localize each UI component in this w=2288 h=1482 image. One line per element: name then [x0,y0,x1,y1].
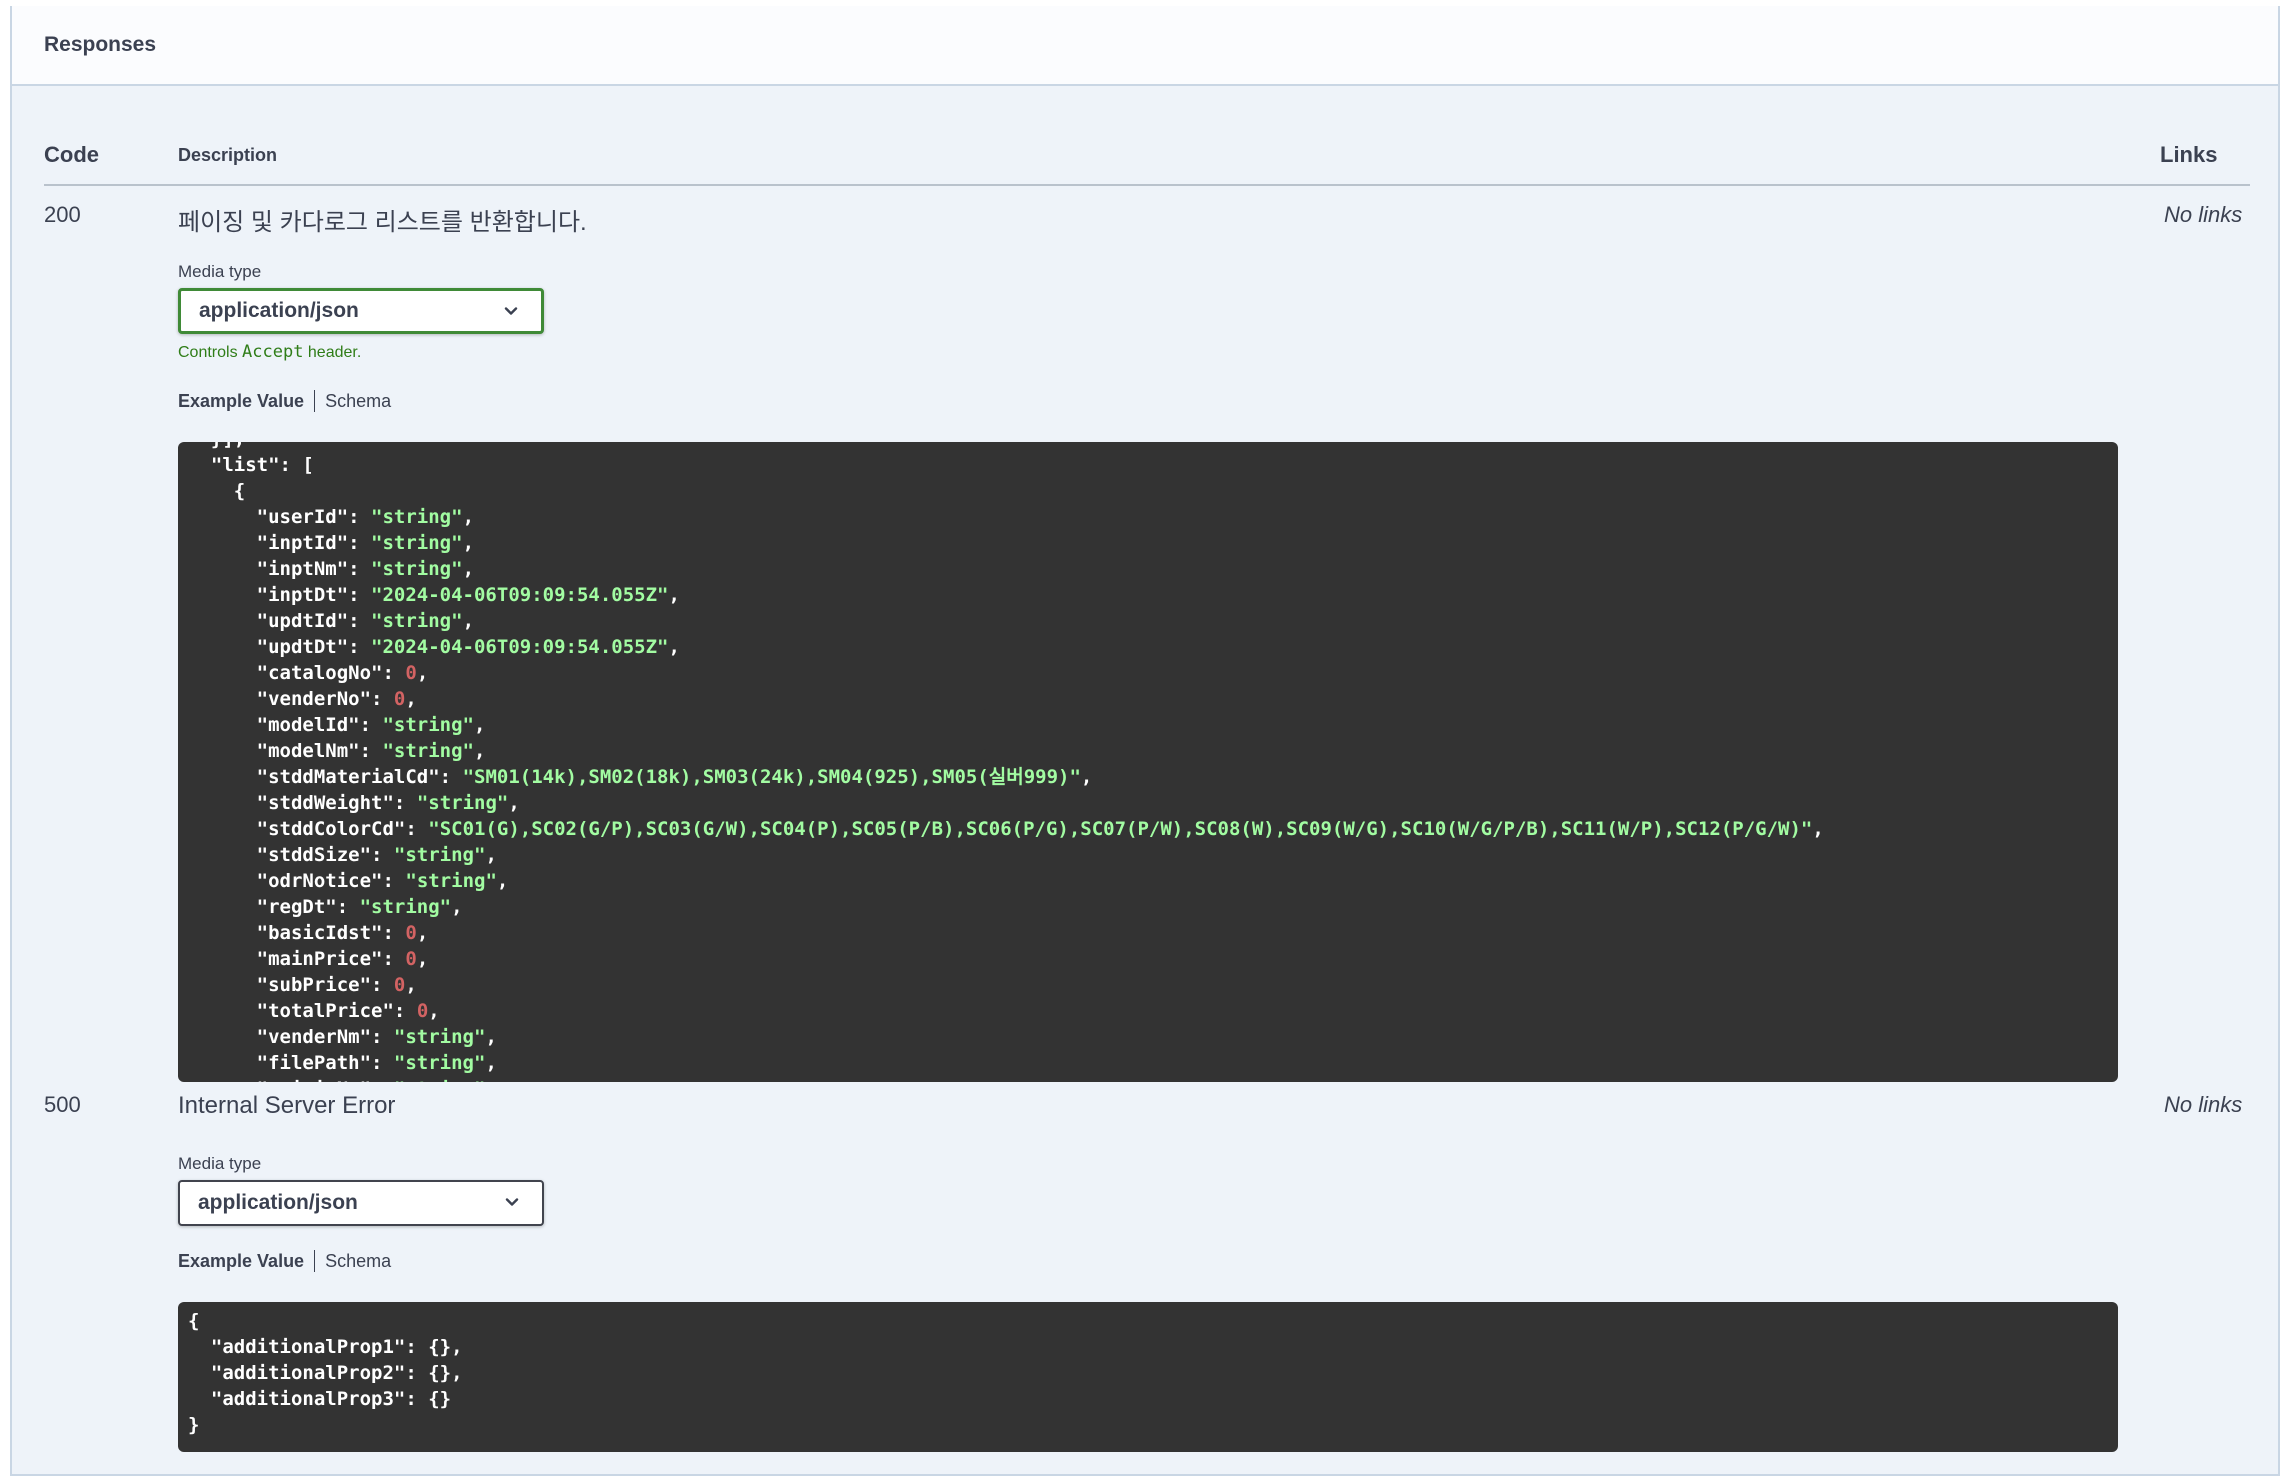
column-description: Description [178,145,278,165]
media-type-select[interactable]: application/json [178,1180,544,1226]
response-links: No links [2164,202,2243,227]
example-value-code-block[interactable]: { "additionalProp1": {}, "additionalProp… [178,1302,2118,1452]
media-type-value: application/json [199,299,359,322]
tab-schema[interactable]: Schema [325,391,391,412]
example-tabs: Example Value Schema [178,390,391,412]
media-type-value: application/json [198,1191,358,1214]
example-json: { "additionalProp1": {}, "additionalProp… [188,1310,463,1436]
tab-schema[interactable]: Schema [325,1251,391,1272]
response-code: 200 [44,202,81,227]
media-type-select[interactable]: application/json [178,288,544,334]
tab-example-value[interactable]: Example Value [178,1251,304,1272]
section-title: Responses [12,6,2278,86]
example-value-code-block[interactable]: }], "list": [ { "userId": "string", "inp… [178,442,2118,1082]
response-description: 페이징 및 카다로그 리스트를 반환합니다. [178,209,587,236]
response-code: 500 [44,1092,81,1117]
example-tabs: Example Value Schema [178,1250,391,1272]
response-links: No links [2164,1092,2243,1117]
chevron-down-icon [504,307,518,315]
controls-accept-hint: Controls Accept header. [178,342,362,362]
column-links: Links [2160,142,2218,167]
chevron-down-icon [505,1198,519,1206]
column-code: Code [44,142,99,167]
media-type-label: Media type [178,1154,262,1173]
response-description: Internal Server Error [178,1092,396,1119]
responses-table-header: Code Description Links [44,126,2250,186]
tab-example-value[interactable]: Example Value [178,391,304,412]
responses-panel: Responses Code Description Links 200 페이징… [10,6,2280,1476]
media-type-label: Media type [178,262,262,281]
example-json: }], "list": [ { "userId": "string", "inp… [188,442,1824,1082]
